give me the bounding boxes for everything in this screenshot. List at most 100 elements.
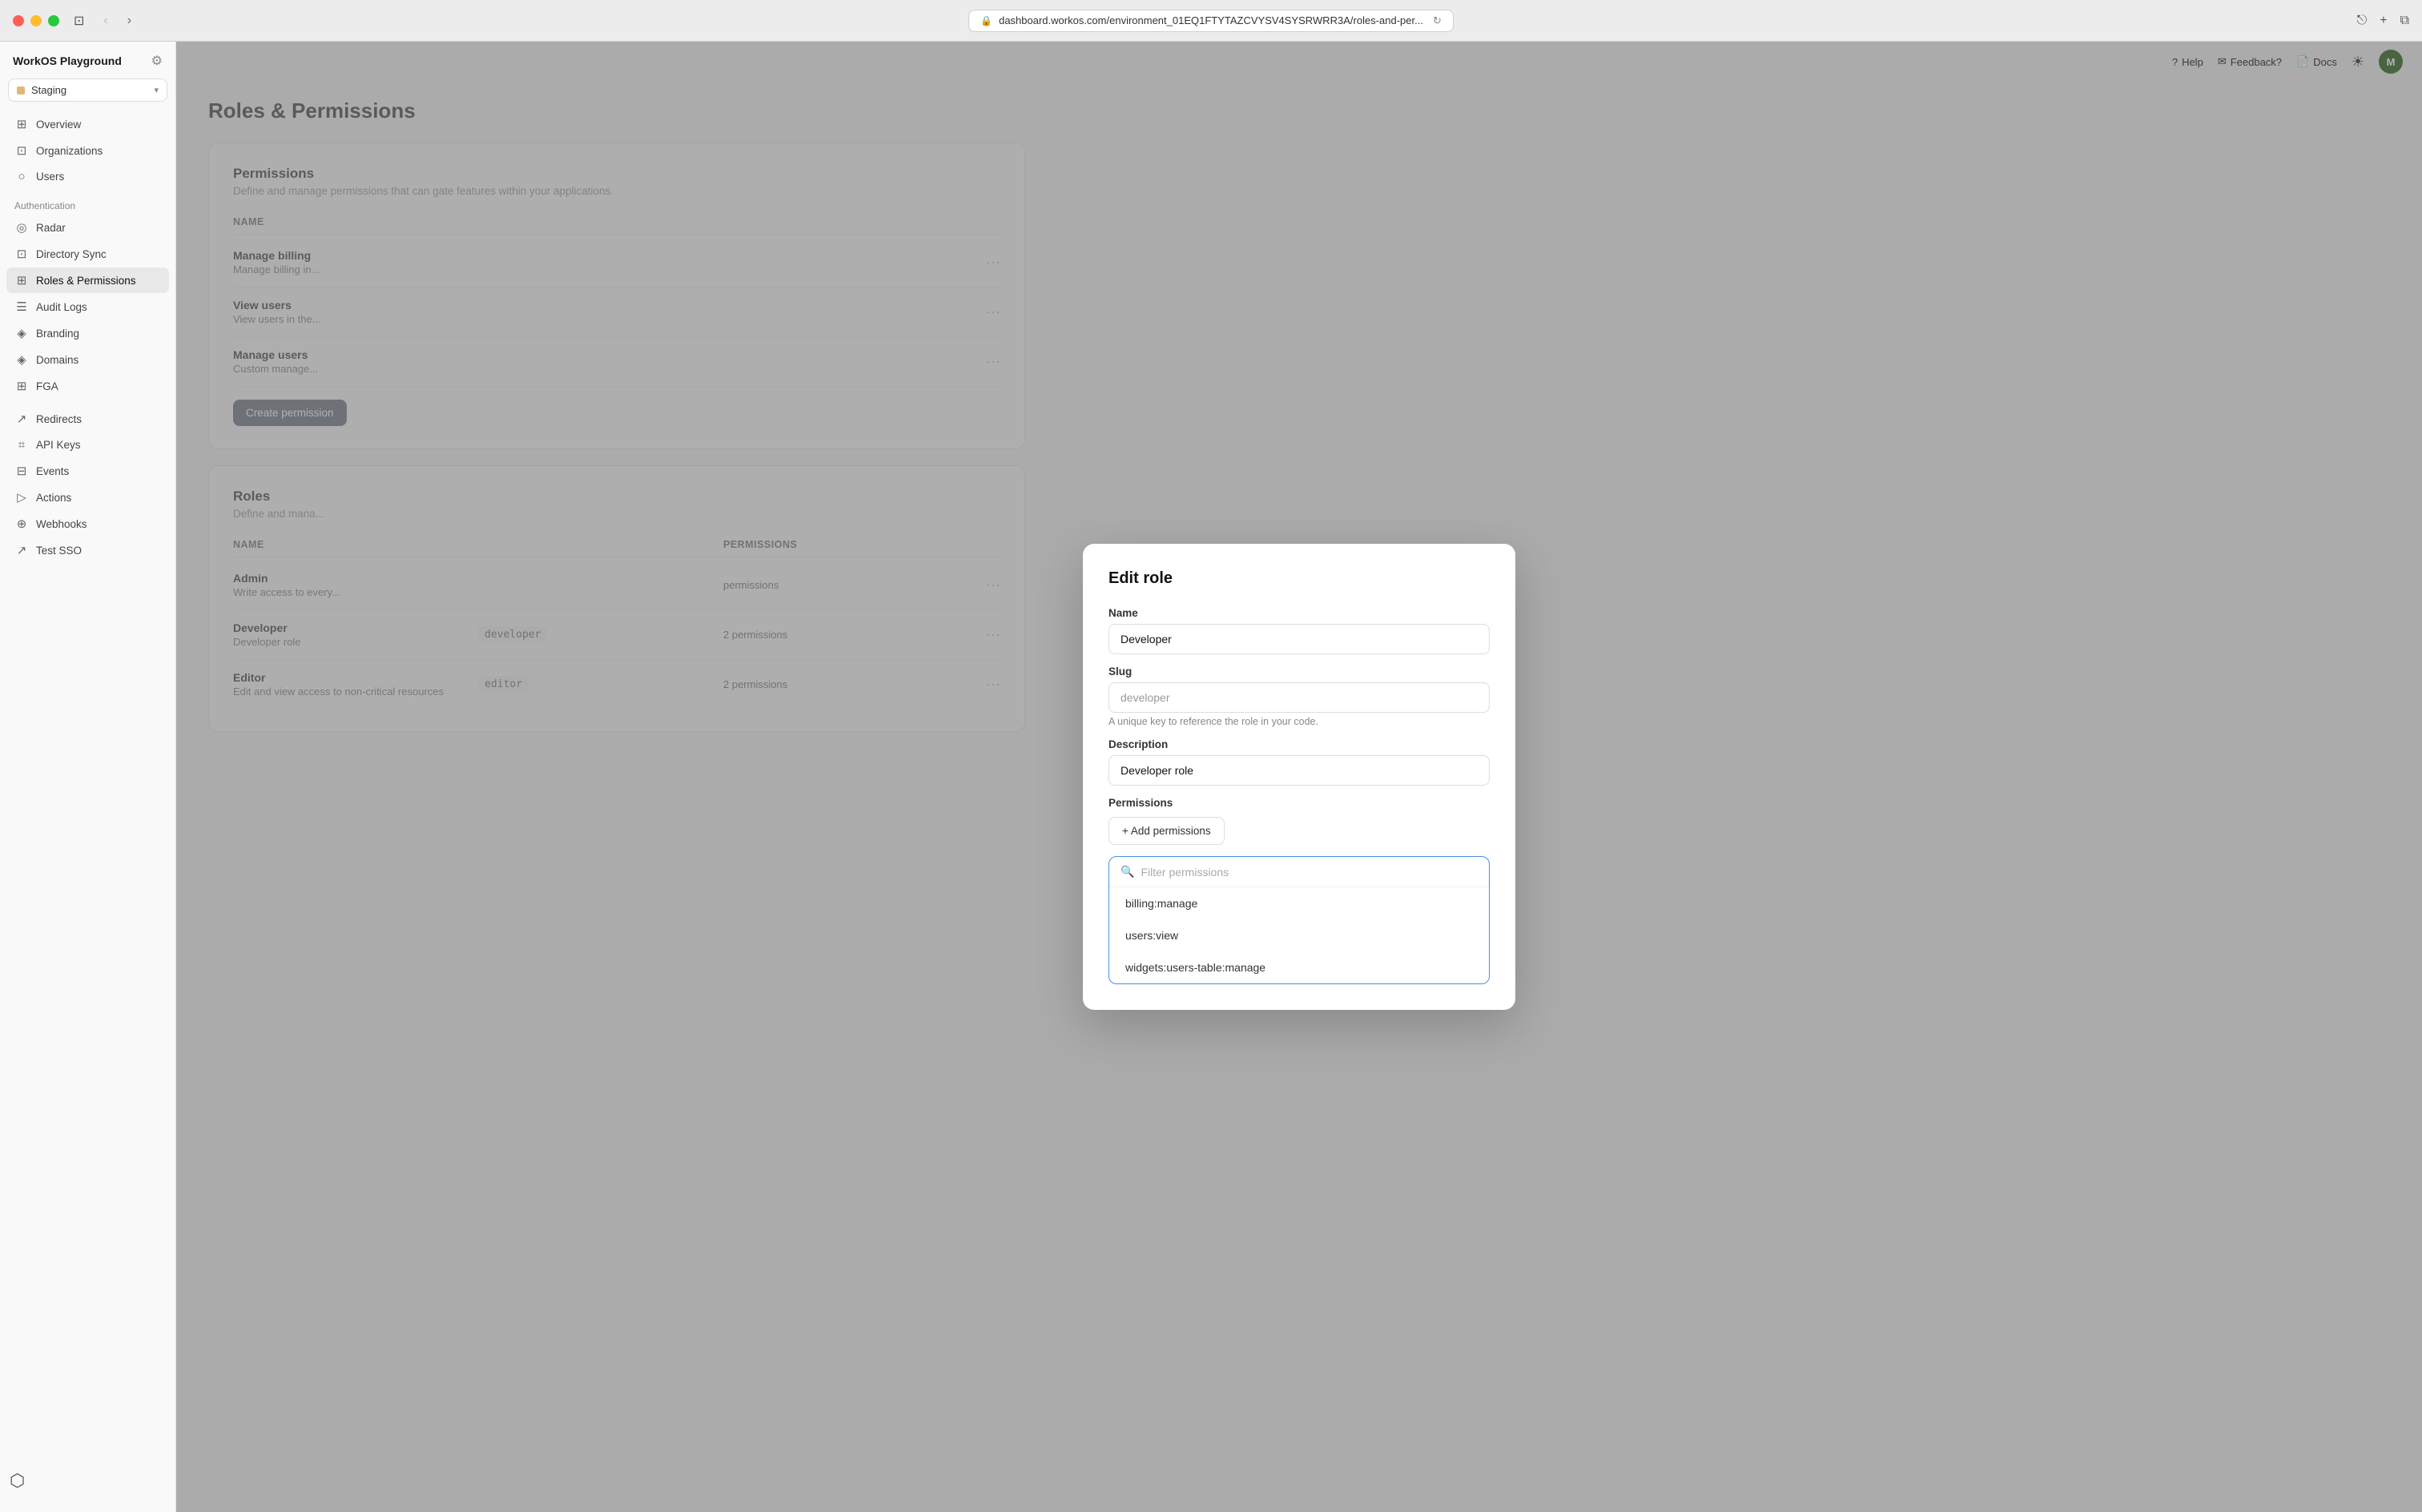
settings-button[interactable]: ⚙ — [151, 53, 163, 69]
permission-label: widgets:users-table:manage — [1125, 961, 1265, 974]
sidebar-toggle-button[interactable]: ⊡ — [69, 10, 89, 32]
organizations-icon: ⊡ — [14, 143, 29, 158]
sidebar-item-label: Radar — [36, 222, 66, 234]
slug-hint: A unique key to reference the role in yo… — [1108, 716, 1490, 727]
environment-selector[interactable]: Staging ▾ — [8, 78, 167, 102]
sidebar-item-label: Test SSO — [36, 545, 82, 557]
sidebar-item-label: Domains — [36, 354, 78, 366]
sidebar-bottom: ⬡ — [0, 1462, 175, 1499]
edit-role-modal: Edit role Name Slug A unique key to refe… — [1083, 544, 1515, 1010]
sidebar-item-label: Redirects — [36, 413, 82, 425]
copy-button[interactable]: ⧉ — [2400, 14, 2409, 28]
auth-section-label: Authentication — [6, 192, 169, 215]
modal-overlay[interactable]: Edit role Name Slug A unique key to refe… — [176, 42, 2422, 1512]
modal-title: Edit role — [1108, 569, 1490, 588]
main-content: ? Help ✉ Feedback? 📄 Docs ☀ M Roles & Pe… — [176, 42, 2422, 1512]
sidebar-item-directory-sync[interactable]: ⊡ Directory Sync — [6, 241, 169, 267]
sidebar-item-label: Directory Sync — [36, 248, 107, 260]
sidebar-item-label: Audit Logs — [36, 301, 87, 313]
actions-icon: ▷ — [14, 490, 29, 505]
nav-forward-button[interactable]: › — [123, 10, 136, 31]
sidebar-item-organizations[interactable]: ⊡ Organizations — [6, 138, 169, 163]
radar-icon: ◎ — [14, 220, 29, 235]
app-name: WorkOS Playground — [13, 54, 122, 67]
permissions-field-label: Permissions — [1108, 797, 1490, 809]
search-icon: 🔍 — [1120, 865, 1134, 879]
sidebar-item-label: FGA — [36, 380, 58, 392]
chevron-down-icon: ▾ — [154, 85, 159, 95]
name-input[interactable] — [1108, 624, 1490, 654]
events-icon: ⊟ — [14, 464, 29, 478]
sidebar-item-label: Events — [36, 465, 69, 477]
permission-option-billing-manage[interactable]: billing:manage — [1109, 887, 1489, 919]
new-tab-button[interactable]: + — [2380, 14, 2387, 28]
sidebar-item-audit-logs[interactable]: ☰ Audit Logs — [6, 294, 169, 320]
branding-icon: ◈ — [14, 326, 29, 340]
sidebar-item-api-keys[interactable]: ⌗ API Keys — [6, 432, 169, 457]
sidebar-item-fga[interactable]: ⊞ FGA — [6, 373, 169, 399]
permission-label: users:view — [1125, 929, 1178, 942]
redirects-icon: ↗ — [14, 412, 29, 426]
filter-permissions-input[interactable] — [1141, 866, 1478, 879]
slug-input[interactable] — [1108, 682, 1490, 713]
minimize-traffic-light[interactable] — [30, 15, 42, 26]
description-input[interactable] — [1108, 755, 1490, 786]
api-keys-icon: ⌗ — [14, 438, 29, 452]
sidebar-item-actions[interactable]: ▷ Actions — [6, 485, 169, 510]
reload-icon[interactable]: ↻ — [1433, 14, 1442, 27]
users-icon: ○ — [14, 170, 29, 183]
domains-icon: ◈ — [14, 352, 29, 367]
sidebar-item-label: Branding — [36, 328, 79, 340]
sidebar-item-webhooks[interactable]: ⊕ Webhooks — [6, 511, 169, 537]
app-layout: WorkOS Playground ⚙ Staging ▾ ⊞ Overview… — [0, 42, 2422, 1512]
traffic-lights — [13, 15, 59, 26]
sidebar-item-label: Overview — [36, 119, 81, 131]
env-label: Staging — [31, 84, 66, 96]
permission-label: billing:manage — [1125, 897, 1197, 910]
slug-field-label: Slug — [1108, 666, 1490, 678]
url-bar[interactable]: 🔒 dashboard.workos.com/environment_01EQ1… — [968, 10, 1454, 32]
sidebar-item-label: Users — [36, 171, 64, 183]
name-field-label: Name — [1108, 607, 1490, 619]
sidebar: WorkOS Playground ⚙ Staging ▾ ⊞ Overview… — [0, 42, 176, 1512]
fga-icon: ⊞ — [14, 379, 29, 393]
sidebar-item-users[interactable]: ○ Users — [6, 164, 169, 189]
url-text: dashboard.workos.com/environment_01EQ1FT… — [999, 14, 1423, 26]
directory-sync-icon: ⊡ — [14, 247, 29, 261]
overview-icon: ⊞ — [14, 117, 29, 131]
search-row: 🔍 — [1109, 857, 1489, 887]
sidebar-item-radar[interactable]: ◎ Radar — [6, 215, 169, 240]
lock-icon: 🔒 — [980, 15, 992, 26]
sidebar-item-label: Webhooks — [36, 518, 87, 530]
roles-icon: ⊞ — [14, 273, 29, 288]
titlebar: ⊡ ‹ › 🔒 dashboard.workos.com/environment… — [0, 0, 2422, 42]
test-sso-icon: ↗ — [14, 543, 29, 557]
permissions-dropdown: 🔍 billing:manage users:view widgets:user… — [1108, 856, 1490, 984]
sidebar-item-label: Organizations — [36, 145, 103, 157]
fullscreen-traffic-light[interactable] — [48, 15, 59, 26]
titlebar-right: ⎋ + ⧉ — [2357, 14, 2409, 28]
webhooks-icon: ⊕ — [14, 517, 29, 531]
sidebar-item-redirects[interactable]: ↗ Redirects — [6, 406, 169, 432]
sidebar-item-roles-permissions[interactable]: ⊞ Roles & Permissions — [6, 267, 169, 293]
sidebar-item-label: Actions — [36, 492, 71, 504]
sidebar-item-label: Roles & Permissions — [36, 275, 136, 287]
sidebar-item-overview[interactable]: ⊞ Overview — [6, 111, 169, 137]
nav-back-button[interactable]: ‹ — [99, 10, 112, 31]
add-permissions-button[interactable]: + Add permissions — [1108, 817, 1225, 845]
audit-logs-icon: ☰ — [14, 300, 29, 314]
description-field-label: Description — [1108, 738, 1490, 750]
sidebar-item-branding[interactable]: ◈ Branding — [6, 320, 169, 346]
permission-option-users-view[interactable]: users:view — [1109, 919, 1489, 951]
close-traffic-light[interactable] — [13, 15, 24, 26]
permission-option-widgets-users-table-manage[interactable]: widgets:users-table:manage — [1109, 951, 1489, 983]
env-dot — [17, 86, 25, 94]
sidebar-nav: ⊞ Overview ⊡ Organizations ○ Users Authe… — [0, 111, 175, 564]
share-button[interactable]: ⎋ — [2357, 14, 2368, 28]
sidebar-header: WorkOS Playground ⚙ — [0, 42, 175, 75]
sidebar-item-test-sso[interactable]: ↗ Test SSO — [6, 537, 169, 563]
sidebar-item-events[interactable]: ⊟ Events — [6, 458, 169, 484]
sidebar-item-label: API Keys — [36, 439, 81, 451]
sidebar-item-domains[interactable]: ◈ Domains — [6, 347, 169, 372]
code-icon[interactable]: ⬡ — [10, 1470, 25, 1490]
